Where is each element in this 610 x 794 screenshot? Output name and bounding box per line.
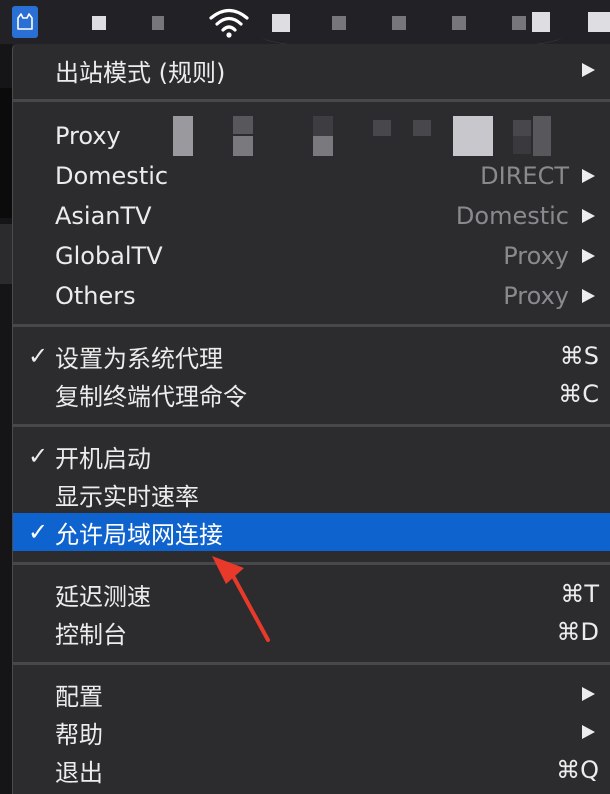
triangle-right-icon (579, 723, 597, 741)
checkmark-icon: ✓ (27, 342, 49, 370)
menu-item-label: 允许局域网连接 (55, 520, 223, 549)
menu-item-allow-lan[interactable]: ✓ 允许局域网连接 (13, 513, 610, 551)
menu-separator (13, 662, 610, 665)
menu-item-value: Domestic (455, 202, 569, 230)
redacted-value (233, 116, 253, 134)
menu-item-quit[interactable]: 退出 ⌘Q (13, 751, 610, 789)
status-item[interactable] (588, 12, 610, 32)
redacted-value (313, 116, 333, 136)
redacted-value (313, 136, 333, 156)
menu-item-label: AsianTV (55, 202, 152, 230)
triangle-right-icon (579, 207, 597, 225)
menu-item-shortcut: ⌘C (558, 380, 599, 408)
dropdown-menu: 出站模式 (规则) Proxy Domestic DIRECT AsianTV … (12, 44, 610, 794)
wifi-icon[interactable] (206, 6, 252, 40)
menu-item-label: Proxy (55, 122, 121, 150)
menu-item-shortcut: ⌘D (556, 618, 599, 646)
menu-item-value: DIRECT (480, 162, 569, 190)
status-item[interactable] (152, 16, 164, 30)
menu-item-help[interactable]: 帮助 (13, 713, 610, 751)
menu-item-label: 控制台 (55, 620, 127, 649)
menu-item-label: GlobalTV (55, 242, 163, 270)
triangle-right-icon (579, 61, 597, 79)
menu-item-value: Proxy (503, 242, 569, 270)
triangle-right-icon (579, 287, 597, 305)
checkmark-icon: ✓ (27, 518, 49, 546)
menu-item-shortcut: ⌘Q (556, 756, 599, 784)
checkmark-icon: ✓ (27, 442, 49, 470)
menu-item-launch-at-login[interactable]: ✓ 开机启动 (13, 437, 610, 475)
status-item[interactable] (92, 16, 106, 30)
menu-item-copy-command[interactable]: 复制终端代理命令 ⌘C (13, 375, 610, 413)
triangle-right-icon (579, 167, 597, 185)
menu-item-system-proxy[interactable]: ✓ 设置为系统代理 ⌘S (13, 337, 610, 375)
menu-item-domestic-group[interactable]: Domestic DIRECT (13, 157, 610, 195)
triangle-right-icon (579, 247, 597, 265)
menu-item-label: 设置为系统代理 (55, 344, 223, 373)
menu-item-shortcut: ⌘S (559, 342, 599, 370)
menu-item-show-speed[interactable]: 显示实时速率 (13, 475, 610, 513)
menu-item-label: 复制终端代理命令 (55, 382, 247, 411)
redacted-value (413, 120, 431, 136)
triangle-right-icon (579, 685, 597, 703)
menu-item-label: 开机启动 (55, 444, 151, 473)
menu-item-label: Others (55, 282, 136, 310)
redacted-value (233, 136, 253, 156)
redacted-value (533, 116, 551, 156)
menu-separator (13, 424, 610, 427)
menu-item-label: 延迟测速 (55, 582, 151, 611)
menu-item-label: 出站模式 (规则) (55, 58, 226, 87)
menu-item-value: Proxy (503, 282, 569, 310)
menu-item-label: 帮助 (55, 720, 103, 749)
menu-item-label: 配置 (55, 682, 103, 711)
menu-item-config[interactable]: 配置 (13, 675, 610, 713)
menu-item-outbound-mode[interactable]: 出站模式 (规则) (13, 51, 610, 89)
background-window (0, 44, 12, 794)
menu-item-console[interactable]: 控制台 ⌘D (13, 613, 610, 651)
redacted-value (453, 116, 493, 156)
menu-separator (13, 99, 610, 102)
redacted-value (373, 120, 391, 136)
menu-item-shortcut: ⌘T (560, 580, 599, 608)
menu-bar (0, 0, 610, 51)
menu-separator (13, 562, 610, 565)
menu-item-label: 显示实时速率 (55, 482, 199, 511)
redacted-value (513, 136, 531, 154)
redacted-value (173, 116, 193, 156)
menu-item-asiantv-group[interactable]: AsianTV Domestic (13, 197, 610, 235)
menu-item-latency-test[interactable]: 延迟测速 ⌘T (13, 575, 610, 613)
cat-icon[interactable] (12, 6, 38, 38)
menu-item-label: 退出 (55, 758, 103, 787)
menu-item-others-group[interactable]: Others Proxy (13, 277, 610, 315)
menu-item-label: Domestic (55, 162, 169, 190)
redacted-value (513, 120, 531, 136)
menu-separator (13, 324, 610, 327)
menu-item-globaltv-group[interactable]: GlobalTV Proxy (13, 237, 610, 275)
